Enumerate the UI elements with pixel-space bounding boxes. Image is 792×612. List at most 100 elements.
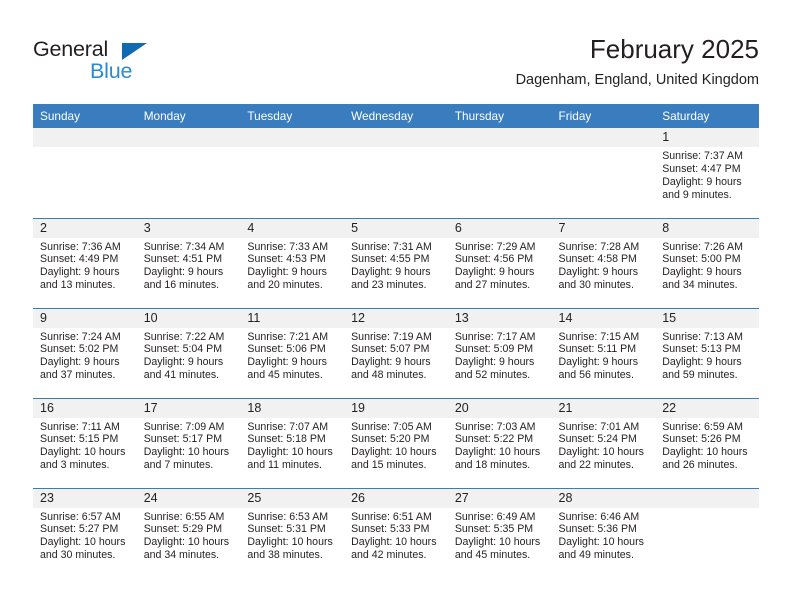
logo-word-blue: Blue	[90, 59, 133, 83]
page-header: General Blue February 2025 Dagenham, Eng…	[33, 33, 759, 95]
daylight-duration-line2: and 34 minutes.	[662, 279, 738, 292]
calendar-day-cell[interactable]: 25 Sunrise: 6:53 AM Sunset: 5:31 PM Dayligh…	[240, 487, 345, 578]
daylight-duration-line2: and 56 minutes.	[558, 369, 634, 382]
calendar-day-cell[interactable]: 9 Sunrise: 7:24 AM Sunset: 5:02 PM Daylight…	[33, 307, 137, 398]
daylight-duration-line2: and 30 minutes.	[40, 549, 116, 562]
calendar-day-cell[interactable]: 10 Sunrise: 7:22 AM Sunset: 5:04 PM Dayligh…	[136, 307, 241, 398]
calendar-day-cell[interactable]: 20 Sunrise: 7:03 AM Sunset: 5:22 PM Dayligh…	[447, 397, 552, 488]
day-astro-info: Sunrise: 6:55 AM Sunset: 5:29 PM Daylight:…	[137, 508, 241, 563]
daylight-duration-line1: Daylight: 10 hours	[454, 446, 541, 459]
calendar-week-row: 1 Sunrise: 7:37 AM Sunset: 4:47 PM Daylight…	[33, 128, 759, 218]
calendar-day-cell[interactable]: 23 Sunrise: 6:57 AM Sunset: 5:27 PM Dayligh…	[33, 487, 137, 578]
sunset-time: Sunset: 4:51 PM	[143, 253, 223, 266]
day-number	[136, 128, 241, 147]
calendar-day-cell[interactable]: 13 Sunrise: 7:17 AM Sunset: 5:09 PM Dayligh…	[447, 307, 552, 398]
sunrise-time: Sunrise: 7:05 AM	[351, 420, 432, 433]
calendar-day-cell[interactable]: 17 Sunrise: 7:09 AM Sunset: 5:17 PM Dayligh…	[136, 397, 241, 488]
sunrise-time: Sunrise: 7:24 AM	[40, 330, 121, 343]
page-title: February 2025	[589, 34, 759, 64]
day-astro-info: Sunrise: 7:29 AM Sunset: 4:56 PM Daylight:…	[448, 238, 552, 293]
daylight-duration-line2: and 11 minutes.	[247, 459, 323, 472]
day-astro-info: Sunrise: 7:05 AM Sunset: 5:20 PM Daylight:…	[344, 418, 448, 473]
day-number: 17	[136, 398, 241, 418]
sunrise-time: Sunrise: 6:55 AM	[143, 510, 225, 523]
sunset-time: Sunset: 5:27 PM	[40, 523, 119, 536]
calendar-week-row: 2 Sunrise: 7:36 AM Sunset: 4:49 PM Daylight…	[33, 217, 759, 308]
daylight-duration-line2: and 34 minutes.	[143, 549, 220, 562]
calendar-day-cell[interactable]: 15 Sunrise: 7:13 AM Sunset: 5:13 PM Dayligh…	[655, 307, 759, 398]
calendar-day-cell-empty	[655, 487, 759, 578]
sunrise-time: Sunrise: 6:59 AM	[662, 420, 743, 433]
daylight-duration-line1: Daylight: 9 hours	[351, 356, 431, 369]
sunrise-sunset-calendar: Sunday Monday Tuesday Wednesday Thursday Frid…	[33, 104, 759, 578]
day-astro-info: Sunrise: 6:59 AM Sunset: 5:26 PM Daylight:…	[655, 418, 759, 473]
calendar-day-cell[interactable]: 7 Sunrise: 7:28 AM Sunset: 4:58 PM Daylight…	[551, 217, 656, 308]
calendar-day-cell[interactable]: 1 Sunrise: 7:37 AM Sunset: 4:47 PM Daylight…	[655, 128, 759, 218]
day-astro-info: Sunrise: 7:22 AM Sunset: 5:04 PM Daylight:…	[137, 328, 241, 383]
daylight-duration-line1: Daylight: 9 hours	[351, 266, 431, 279]
day-astro-info: Sunrise: 7:26 AM Sunset: 5:00 PM Daylight:…	[655, 238, 759, 293]
sunrise-time: Sunrise: 7:33 AM	[247, 240, 329, 253]
calendar-day-cell[interactable]: 27 Sunrise: 6:49 AM Sunset: 5:35 PM Dayligh…	[447, 487, 552, 578]
day-astro-info: Sunrise: 7:19 AM Sunset: 5:07 PM Daylight:…	[344, 328, 448, 383]
sunrise-time: Sunrise: 7:17 AM	[454, 330, 536, 343]
day-astro-info: Sunrise: 7:28 AM Sunset: 4:58 PM Daylight:…	[552, 238, 656, 293]
calendar-day-cell[interactable]: 18 Sunrise: 7:07 AM Sunset: 5:18 PM Dayligh…	[240, 397, 345, 488]
calendar-day-cell[interactable]: 4 Sunrise: 7:33 AM Sunset: 4:53 PM Daylight…	[240, 217, 345, 308]
calendar-day-cell[interactable]: 22 Sunrise: 6:59 AM Sunset: 5:26 PM Dayligh…	[655, 397, 759, 488]
daylight-duration-line2: and 13 minutes.	[40, 279, 116, 292]
sunset-time: Sunset: 4:47 PM	[662, 162, 741, 175]
sunset-time: Sunset: 4:49 PM	[40, 253, 119, 266]
day-number: 13	[447, 308, 552, 328]
calendar-day-cell[interactable]: 5 Sunrise: 7:31 AM Sunset: 4:55 PM Daylight…	[344, 217, 448, 308]
calendar-day-cell[interactable]: 6 Sunrise: 7:29 AM Sunset: 4:56 PM Daylight…	[447, 217, 552, 308]
daylight-duration-line2: and 38 minutes.	[247, 549, 323, 562]
daylight-duration-line1: Daylight: 9 hours	[662, 175, 742, 188]
sunrise-time: Sunrise: 7:21 AM	[247, 330, 329, 343]
calendar-day-cell[interactable]: 3 Sunrise: 7:34 AM Sunset: 4:51 PM Daylight…	[136, 217, 241, 308]
calendar-day-cell[interactable]: 21 Sunrise: 7:01 AM Sunset: 5:24 PM Dayligh…	[551, 397, 656, 488]
sunrise-time: Sunrise: 7:37 AM	[662, 150, 743, 162]
daylight-duration-line1: Daylight: 10 hours	[247, 536, 333, 549]
sunrise-time: Sunrise: 7:22 AM	[143, 330, 225, 343]
calendar-day-cell[interactable]: 19 Sunrise: 7:05 AM Sunset: 5:20 PM Dayligh…	[344, 397, 448, 488]
sunrise-time: Sunrise: 6:46 AM	[558, 510, 640, 523]
day-number: 4	[240, 218, 345, 238]
sunrise-time: Sunrise: 7:01 AM	[558, 420, 640, 433]
day-number	[240, 128, 345, 147]
daylight-duration-line1: Daylight: 10 hours	[247, 446, 333, 459]
day-astro-info: Sunrise: 7:17 AM Sunset: 5:09 PM Daylight:…	[448, 328, 552, 383]
calendar-day-cell[interactable]: 16 Sunrise: 7:11 AM Sunset: 5:15 PM Dayligh…	[33, 397, 137, 488]
calendar-day-cell[interactable]: 2 Sunrise: 7:36 AM Sunset: 4:49 PM Daylight…	[33, 217, 137, 308]
day-number: 16	[33, 398, 137, 418]
general-blue-logo[interactable]: General Blue	[33, 37, 263, 89]
daylight-duration-line2: and 48 minutes.	[351, 369, 427, 382]
day-astro-info: Sunrise: 6:49 AM Sunset: 5:35 PM Daylight:…	[448, 508, 552, 563]
daylight-duration-line1: Daylight: 9 hours	[662, 266, 742, 279]
day-number: 27	[447, 488, 552, 508]
day-number: 15	[655, 308, 759, 328]
daylight-duration-line2: and 49 minutes.	[558, 549, 634, 562]
sunset-time: Sunset: 5:26 PM	[662, 433, 741, 446]
sunrise-time: Sunrise: 6:51 AM	[351, 510, 432, 523]
sunset-time: Sunset: 5:00 PM	[662, 253, 741, 266]
day-number: 9	[33, 308, 137, 328]
sunrise-time: Sunrise: 7:13 AM	[662, 330, 743, 343]
daylight-duration-line2: and 3 minutes.	[40, 459, 110, 472]
calendar-day-cell[interactable]: 26 Sunrise: 6:51 AM Sunset: 5:33 PM Dayligh…	[344, 487, 448, 578]
calendar-day-cell-empty	[344, 128, 448, 218]
daylight-duration-line2: and 27 minutes.	[454, 279, 531, 292]
calendar-day-cell[interactable]: 12 Sunrise: 7:19 AM Sunset: 5:07 PM Dayligh…	[344, 307, 448, 398]
calendar-day-cell[interactable]: 11 Sunrise: 7:21 AM Sunset: 5:06 PM Dayligh…	[240, 307, 345, 398]
calendar-day-cell[interactable]: 24 Sunrise: 6:55 AM Sunset: 5:29 PM Dayligh…	[136, 487, 241, 578]
sunset-time: Sunset: 5:15 PM	[40, 433, 119, 446]
daylight-duration-line1: Daylight: 10 hours	[143, 536, 230, 549]
calendar-day-cell-empty	[551, 128, 656, 218]
calendar-week-row: 9 Sunrise: 7:24 AM Sunset: 5:02 PM Daylight…	[33, 307, 759, 398]
calendar-day-cell[interactable]: 28 Sunrise: 6:46 AM Sunset: 5:36 PM Dayligh…	[551, 487, 656, 578]
sunrise-time: Sunrise: 7:34 AM	[143, 240, 225, 253]
day-astro-info: Sunrise: 7:11 AM Sunset: 5:15 PM Daylight:…	[33, 418, 137, 473]
calendar-day-cell[interactable]: 8 Sunrise: 7:26 AM Sunset: 5:00 PM Daylight…	[655, 217, 759, 308]
daylight-duration-line2: and 26 minutes.	[662, 459, 738, 472]
calendar-day-cell[interactable]: 14 Sunrise: 7:15 AM Sunset: 5:11 PM Dayligh…	[551, 307, 656, 398]
